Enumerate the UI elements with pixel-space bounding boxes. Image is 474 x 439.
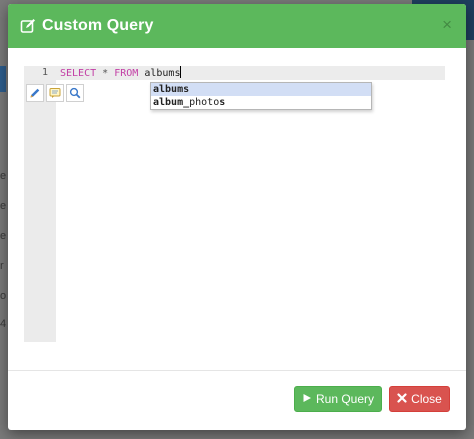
background-text: 4 [0, 318, 7, 330]
background-text: e [0, 200, 7, 212]
play-icon [302, 392, 312, 406]
operator-star: * [102, 68, 109, 79]
line-gutter [24, 66, 56, 342]
background-text: r [0, 260, 4, 272]
editor-toolbar [26, 84, 84, 102]
run-query-button[interactable]: Run Query [294, 386, 382, 412]
autocomplete-option-albums[interactable]: albums [151, 83, 371, 96]
edit-icon [20, 18, 36, 34]
code-line[interactable]: SELECT * FROM albums [60, 66, 182, 80]
sql-editor[interactable]: 1 SELECT * FROM albums albums album_phot… [24, 66, 445, 342]
keyword-select: SELECT [60, 68, 97, 79]
background-text: o [0, 290, 7, 302]
modal-title: Custom Query [42, 17, 154, 34]
close-button[interactable]: Close [389, 386, 450, 412]
background-sidebar-accent [0, 66, 6, 92]
background-text: e [0, 230, 7, 242]
modal-header: Custom Query × [8, 4, 466, 48]
line-number: 1 [41, 67, 48, 78]
close-icon[interactable]: × [442, 16, 452, 33]
active-line: 1 SELECT * FROM albums [24, 66, 445, 80]
footer-divider [8, 370, 466, 371]
search-icon[interactable] [66, 84, 84, 102]
comment-icon[interactable] [46, 84, 64, 102]
keyword-from: FROM [114, 68, 139, 79]
table-identifier: albums [144, 68, 181, 79]
custom-query-modal: Custom Query × 1 SELECT * FROM albums al… [8, 4, 466, 430]
text-cursor [180, 66, 182, 78]
close-icon [397, 392, 407, 406]
close-label: Close [411, 392, 442, 406]
autocomplete-dropdown: albums album_photos [150, 82, 372, 110]
autocomplete-option-album-photos[interactable]: album_photos [151, 96, 371, 109]
background-text: e [0, 170, 7, 182]
pencil-icon[interactable] [26, 84, 44, 102]
run-query-label: Run Query [315, 392, 375, 406]
